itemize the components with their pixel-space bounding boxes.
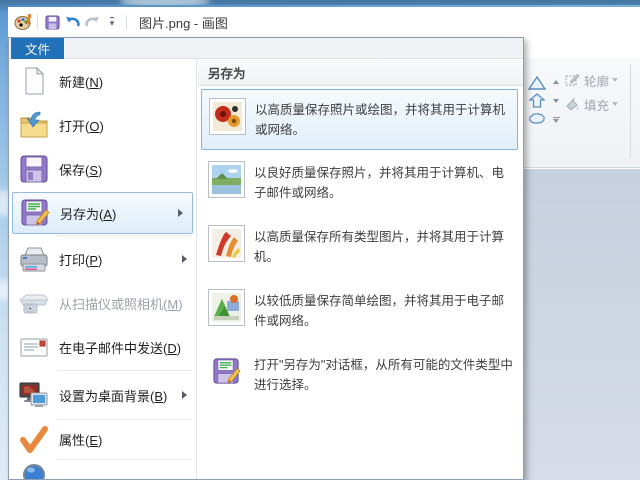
fill-bucket-icon <box>565 97 580 111</box>
menu-item-label: 属性(E) <box>59 430 102 449</box>
menu-separator <box>57 370 192 371</box>
menu-item-send-in-email[interactable]: 在电子邮件中发送(D) <box>9 325 196 369</box>
shape-triangle-button[interactable] <box>526 74 548 91</box>
submenu-arrow-icon <box>182 391 187 399</box>
shape-cloud-callout-button[interactable] <box>526 110 548 127</box>
toolbar-separator <box>126 15 127 30</box>
submenu-item-png[interactable]: 以高质量保存照片或绘图，并将其用于计算机或网络。 <box>201 89 518 150</box>
jpeg-picture-icon <box>208 161 245 198</box>
file-menu-dropdown: 文件 新建(N) <box>8 37 524 480</box>
menu-item-save-as[interactable]: 另存为(A) <box>12 192 193 234</box>
properties-checkmark-icon <box>18 424 50 456</box>
shapes-gallery-more-button[interactable] <box>549 113 563 126</box>
save-as-submenu: 另存为 以高质量保存照片或绘图，并将其用于计算机或网络。 <box>198 59 523 479</box>
submenu-item-description: 以高质量保存所有类型图片，并将其用于计算机。 <box>254 227 514 267</box>
scanner-camera-icon <box>18 287 50 319</box>
fill-label: 填充 <box>584 95 609 114</box>
shapes-scroll-up-button[interactable] <box>549 75 563 88</box>
outline-label: 轮廓 <box>584 71 609 90</box>
shape-fill-button[interactable]: 填充 <box>565 95 618 113</box>
submenu-item-description: 打开"另存为"对话框，从所有可能的文件类型中进行选择。 <box>254 355 514 395</box>
menu-item-properties[interactable]: 属性(E) <box>9 421 196 458</box>
menu-item-label: 另存为(A) <box>60 204 116 223</box>
paint-window: ▾ 图片.png - 画图 <box>8 5 640 480</box>
canvas-workspace <box>523 169 640 480</box>
menu-item-label: 在电子邮件中发送(D) <box>59 338 181 357</box>
submenu-item-description: 以良好质量保存照片，并将其用于计算机、电子邮件或网络。 <box>254 163 514 203</box>
outline-pencil-icon <box>565 73 580 87</box>
about-paint-icon <box>22 461 46 480</box>
toolbar-separator <box>37 15 38 30</box>
tab-file[interactable]: 文件 <box>11 38 64 59</box>
shape-outline-button[interactable]: 轮廓 <box>565 71 618 89</box>
title-bar: ▾ 图片.png - 画图 <box>8 7 640 37</box>
file-menu-top-strip <box>9 38 523 59</box>
save-floppy-icon <box>18 153 50 185</box>
outline-dropdown-icon <box>612 78 618 82</box>
save-as-submenu-header: 另存为 <box>198 59 523 86</box>
submenu-arrow-icon <box>182 255 187 263</box>
ribbon-group-separator <box>630 64 631 158</box>
window-title: 图片.png - 画图 <box>139 13 228 32</box>
submenu-arrow-icon <box>178 209 183 217</box>
submenu-item-gif[interactable]: 以较低质量保存简单绘图，并将其用于电子邮件或网络。 <box>201 281 518 342</box>
menu-item-label: 打开(O) <box>59 116 104 135</box>
menu-item-label: 保存(S) <box>59 160 102 179</box>
menu-separator <box>57 459 192 460</box>
menu-item-save[interactable]: 保存(S) <box>9 147 196 191</box>
redo-icon[interactable] <box>82 11 102 33</box>
menu-item-label: 新建(N) <box>59 72 103 91</box>
menu-item-new[interactable]: 新建(N) <box>9 59 196 103</box>
submenu-item-bmp[interactable]: 以高质量保存所有类型图片，并将其用于计算机。 <box>201 217 518 278</box>
submenu-item-other-formats[interactable]: 打开"另存为"对话框，从所有可能的文件类型中进行选择。 <box>201 345 518 406</box>
desktop-background: ▾ 图片.png - 画图 <box>0 0 640 480</box>
menu-separator <box>57 235 192 236</box>
submenu-item-description: 以较低质量保存简单绘图，并将其用于电子邮件或网络。 <box>254 291 514 331</box>
menu-item-label: 打印(P) <box>59 250 102 269</box>
save-as-floppy-pencil-icon <box>19 197 51 229</box>
paint-logo-icon <box>13 11 33 33</box>
gif-picture-icon <box>208 289 245 326</box>
png-picture-icon <box>209 98 246 135</box>
undo-icon[interactable] <box>62 11 82 33</box>
open-folder-icon <box>18 109 50 141</box>
menu-item-set-as-desktop-background[interactable]: 设置为桌面背景(B) <box>9 372 196 418</box>
fill-dropdown-icon <box>612 102 618 106</box>
menu-item-print[interactable]: 打印(P) <box>9 237 196 281</box>
submenu-item-description: 以高质量保存照片或绘图，并将其用于计算机或网络。 <box>255 100 515 140</box>
ribbon-shapes-fragment: 轮廓 填充 <box>523 58 640 168</box>
menu-item-label: 从扫描仪或照相机(M) <box>59 294 183 313</box>
submenu-item-jpeg[interactable]: 以良好质量保存照片，并将其用于计算机、电子邮件或网络。 <box>201 153 518 214</box>
desktop-background-monitors-icon <box>18 379 50 411</box>
shape-up-arrow-button[interactable] <box>526 92 548 109</box>
customize-toolbar-dropdown-icon[interactable]: ▾ <box>102 11 122 33</box>
menu-separator <box>57 419 192 420</box>
other-formats-floppy-icon <box>208 353 245 390</box>
menu-item-open[interactable]: 打开(O) <box>9 103 196 147</box>
save-icon[interactable] <box>42 11 62 33</box>
shapes-scroll-down-button[interactable] <box>549 94 563 107</box>
printer-icon <box>18 243 50 275</box>
menu-item-about-paint[interactable] <box>9 461 196 480</box>
new-document-icon <box>18 65 50 97</box>
file-menu-items: 新建(N) 打开(O) <box>9 59 197 479</box>
bmp-picture-icon <box>208 225 245 262</box>
menu-item-from-scanner-or-camera[interactable]: 从扫描仪或照相机(M) <box>9 281 196 325</box>
menu-item-label: 设置为桌面背景(B) <box>59 386 167 405</box>
email-envelope-icon <box>18 331 50 363</box>
